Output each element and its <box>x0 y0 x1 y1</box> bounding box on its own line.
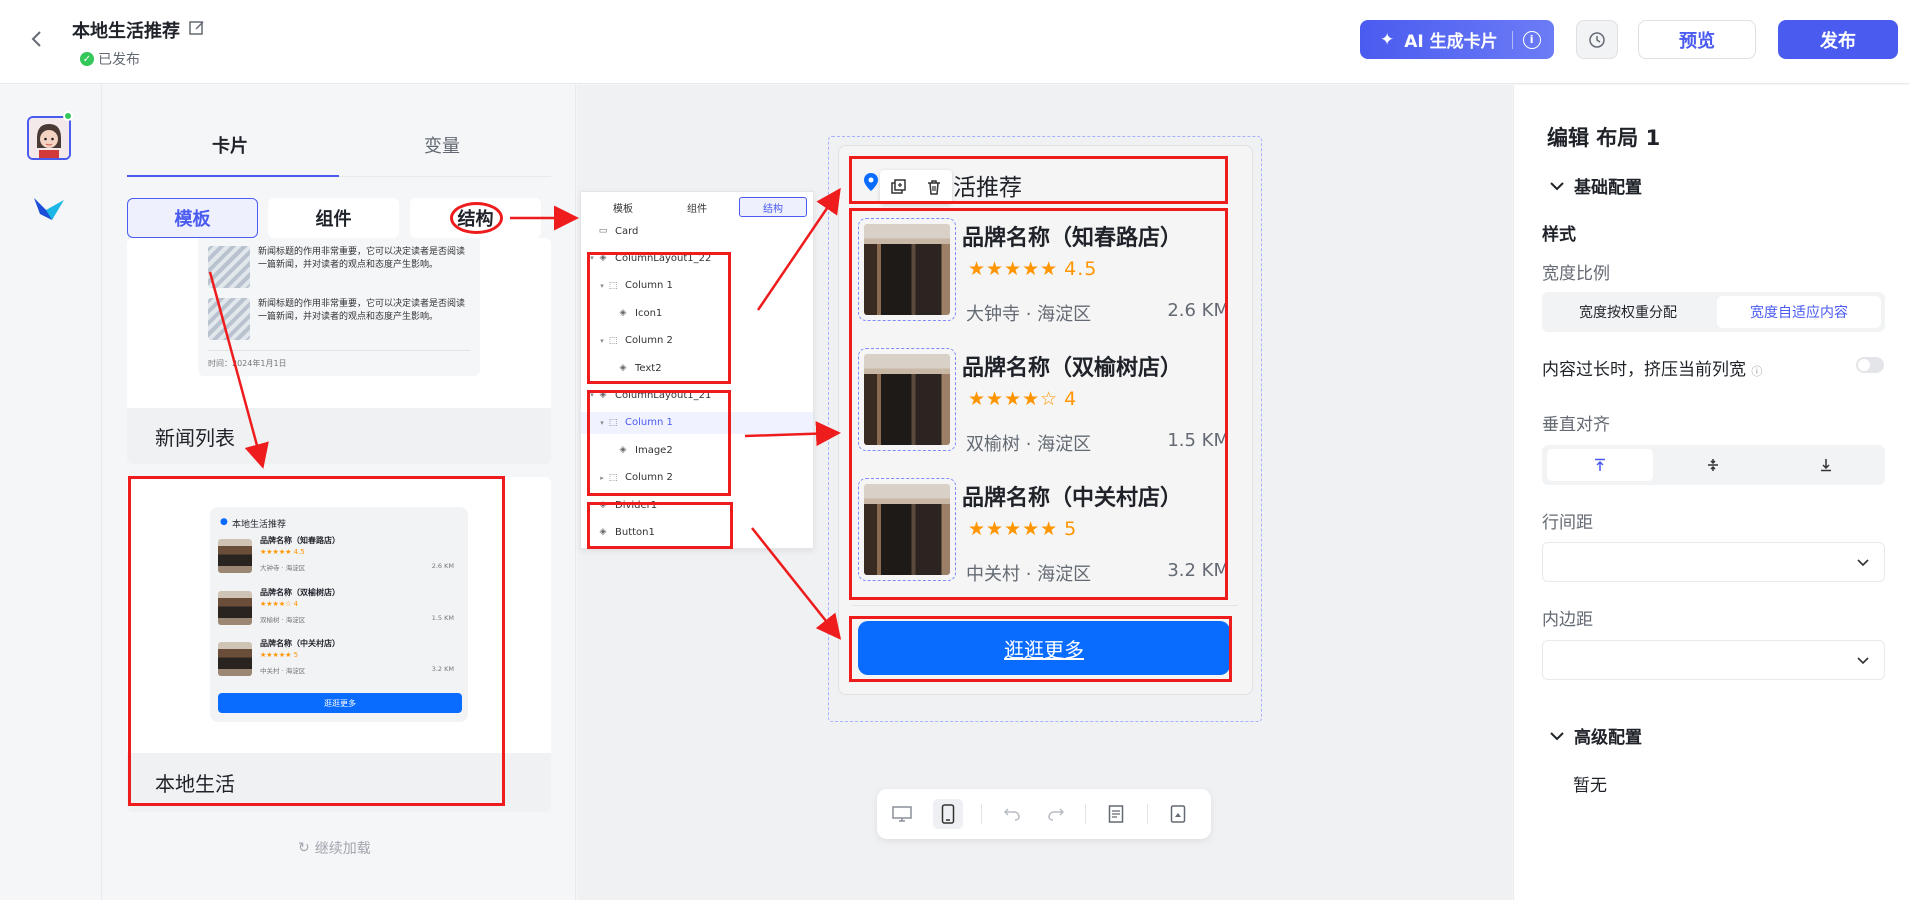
info-icon[interactable]: ⓘ <box>1751 365 1762 378</box>
mobile-view-button[interactable] <box>933 799 963 829</box>
document-list-icon <box>1108 805 1124 823</box>
tree-node-icon: ▭ <box>598 226 608 236</box>
page-title: 本地生活推荐 <box>72 21 180 42</box>
status-text: 已发布 <box>98 52 140 68</box>
publish-button[interactable]: 发布 <box>1778 20 1898 59</box>
empty-text: 暂无 <box>1573 776 1607 796</box>
export-button[interactable] <box>1163 799 1193 829</box>
padding-select[interactable] <box>1542 640 1885 680</box>
template-card-news[interactable]: 新闻标题的作用非常重要，它可以决定读者是否阅读一篇新闻，并对读者的观点和态度产生… <box>127 238 551 464</box>
history-clock-icon <box>1589 31 1605 48</box>
news-item: 新闻标题的作用非常重要，它可以决定读者是否阅读一篇新闻，并对读者的观点和态度产生… <box>208 298 468 340</box>
avatar-face-icon <box>29 118 69 158</box>
tree-tab-structure[interactable]: 结构 <box>739 197 807 217</box>
refresh-icon: ↻ <box>298 840 310 856</box>
code-button[interactable] <box>1101 799 1131 829</box>
load-more-link[interactable]: ↻ 继续加载 <box>298 838 371 858</box>
annotation-box <box>587 390 731 496</box>
news-preview: 新闻标题的作用非常重要，它可以决定读者是否阅读一篇新闻，并对读者的观点和态度产生… <box>198 238 480 376</box>
tab-card[interactable]: 卡片 <box>212 132 248 158</box>
tree-tab-templates[interactable]: 模板 <box>589 197 657 217</box>
align-bottom-icon <box>1821 459 1831 472</box>
canvas-toolbar <box>877 789 1211 839</box>
info-icon[interactable]: i <box>1522 30 1541 49</box>
sparkle-icon: ✦ <box>1380 29 1395 50</box>
ai-button-label: AI 生成卡片 <box>1404 32 1498 52</box>
chevron-down-icon <box>1550 181 1564 190</box>
align-middle-icon <box>1708 459 1718 471</box>
app-logo-icon[interactable] <box>30 188 68 226</box>
news-image <box>208 298 250 340</box>
padding-label: 内边距 <box>1542 610 1593 630</box>
divider <box>852 605 1238 606</box>
news-item: 新闻标题的作用非常重要，它可以决定读者是否阅读一篇新闻，并对读者的观点和态度产生… <box>208 246 468 288</box>
width-ratio-label: 宽度比例 <box>1542 264 1610 284</box>
redo-icon <box>1048 808 1065 821</box>
width-fit-content-option[interactable]: 宽度自适应内容 <box>1717 296 1881 328</box>
chevron-down-icon <box>1857 657 1869 665</box>
publish-status: ✓ 已发布 <box>80 49 140 69</box>
file-image-icon <box>1170 805 1186 823</box>
width-ratio-segment: 宽度按权重分配 宽度自适应内容 <box>1542 292 1885 332</box>
ai-generate-card-button[interactable]: ✦ AI 生成卡片 i <box>1360 20 1554 59</box>
annotation-box <box>849 156 1228 204</box>
desktop-view-button[interactable] <box>887 799 917 829</box>
tree-tab-components[interactable]: 组件 <box>663 197 731 217</box>
line-spacing-select[interactable] <box>1542 542 1885 582</box>
tree-node-label: Card <box>615 225 639 237</box>
segment-templates[interactable]: 模板 <box>127 198 258 238</box>
online-indicator <box>63 111 73 121</box>
squeeze-toggle[interactable] <box>1856 357 1884 373</box>
segment-components[interactable]: 组件 <box>268 198 399 238</box>
edit-title-icon[interactable] <box>188 19 206 37</box>
style-label: 样式 <box>1542 225 1576 245</box>
redo-button[interactable] <box>1041 799 1071 829</box>
preview-button[interactable]: 预览 <box>1638 20 1756 59</box>
chevron-down-icon <box>1857 559 1869 567</box>
annotation-ellipse <box>450 202 503 234</box>
chevron-down-icon <box>1550 731 1564 740</box>
check-circle-icon: ✓ <box>80 52 94 66</box>
tree-node[interactable]: ▭ Card <box>581 220 813 242</box>
align-top-icon <box>1595 458 1605 471</box>
tab-variables[interactable]: 变量 <box>424 132 460 158</box>
phone-icon <box>941 804 955 824</box>
advanced-config-section[interactable]: 高级配置 <box>1550 723 1642 748</box>
width-by-weight-option[interactable]: 宽度按权重分配 <box>1546 296 1710 328</box>
align-top-option[interactable] <box>1547 449 1653 481</box>
undo-button[interactable] <box>997 799 1027 829</box>
annotation-box <box>849 208 1228 600</box>
annotation-box <box>587 252 731 384</box>
news-image <box>208 246 250 288</box>
squeeze-label: 内容过长时，挤压当前列宽 ⓘ <box>1542 360 1763 380</box>
user-avatar[interactable] <box>27 116 71 160</box>
back-arrow-icon[interactable] <box>26 28 48 50</box>
vertical-align-segment <box>1542 445 1885 485</box>
annotation-box <box>849 616 1232 682</box>
monitor-icon <box>892 806 912 822</box>
annotation-box <box>587 502 733 549</box>
align-middle-option[interactable] <box>1660 449 1766 481</box>
align-bottom-option[interactable] <box>1773 449 1879 481</box>
active-tab-indicator <box>127 175 339 177</box>
basic-config-section[interactable]: 基础配置 <box>1550 173 1642 198</box>
line-spacing-label: 行间距 <box>1542 513 1593 533</box>
top-header: 本地生活推荐 ✓ 已发布 ✦ AI 生成卡片 i 预览 发布 <box>0 0 1909 84</box>
news-time: 时间：2024年1月1日 <box>208 359 287 368</box>
news-card-label: 新闻列表 <box>127 408 551 464</box>
history-button[interactable] <box>1576 20 1618 59</box>
vertical-align-label: 垂直对齐 <box>1542 415 1610 435</box>
annotation-box <box>128 476 505 806</box>
undo-icon <box>1003 808 1020 821</box>
panel-title: 编辑 布局 1 <box>1547 126 1661 150</box>
